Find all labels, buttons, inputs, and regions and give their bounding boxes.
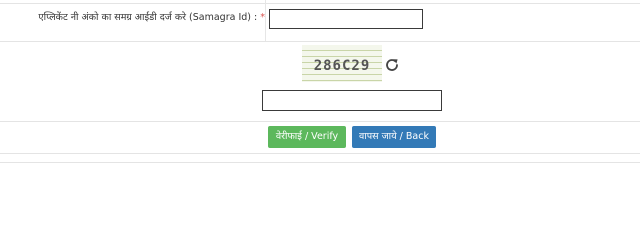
samagra-verify-form: एप्लिकेंट नी अंको का समग्र आईडी दर्ज करे… <box>0 0 640 201</box>
captcha-input[interactable] <box>262 90 442 111</box>
required-marker: * <box>260 12 265 23</box>
captcha-text: 286C29 <box>313 58 371 74</box>
row-divider <box>0 153 640 154</box>
refresh-icon[interactable] <box>383 56 401 74</box>
samagra-id-input[interactable] <box>269 9 423 29</box>
row-divider <box>0 41 640 42</box>
samagra-id-label: एप्लिकेंट नी अंको का समग्र आईडी दर्ज करे… <box>38 11 265 25</box>
captcha-image: 286C29 <box>302 45 382 82</box>
samagra-id-label-text: एप्लिकेंट नी अंको का समग्र आईडी दर्ज करे… <box>38 12 258 23</box>
back-button[interactable]: वापस जाये / Back <box>352 126 436 148</box>
row-divider <box>0 3 640 4</box>
row-divider <box>0 121 640 122</box>
row-divider <box>0 162 640 163</box>
column-divider <box>265 0 266 41</box>
verify-button[interactable]: वेरीफाई / Verify <box>268 126 346 148</box>
